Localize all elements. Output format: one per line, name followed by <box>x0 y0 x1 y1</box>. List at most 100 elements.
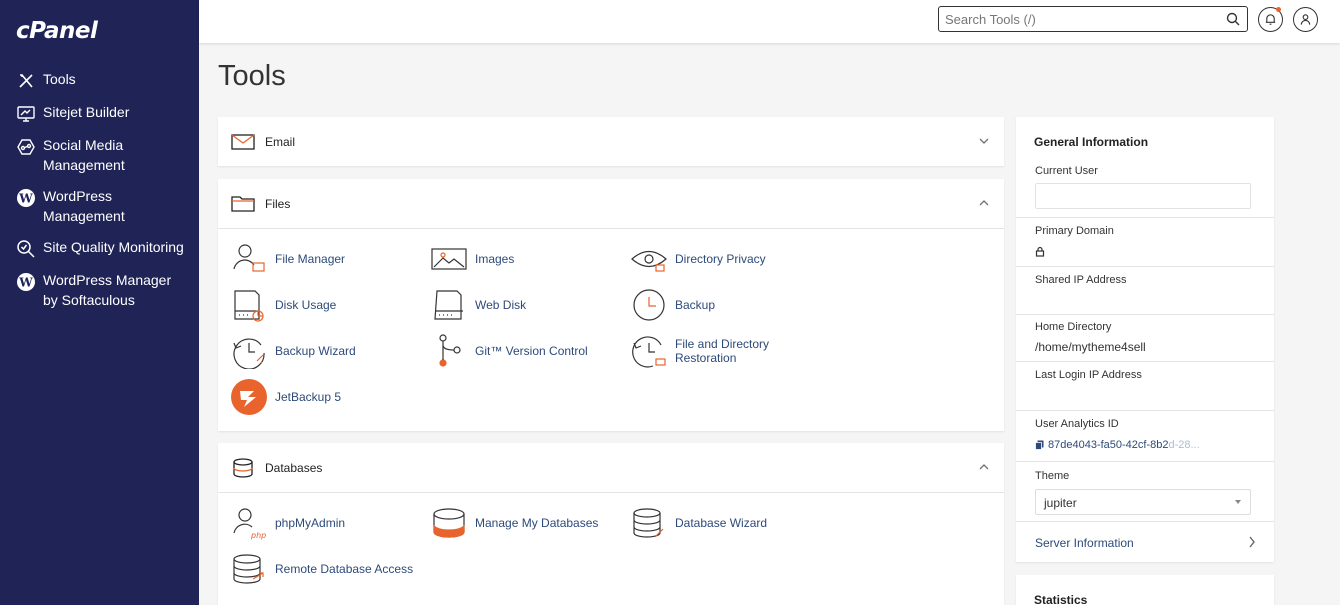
sidebar-item-wordpress-softaculous[interactable]: W WordPress Manager by Softaculous <box>0 271 199 310</box>
tool-file-directory-restoration[interactable]: File and Directory Restoration <box>631 333 785 369</box>
home-directory-value: /home/mytheme4sell <box>1035 340 1146 354</box>
images-icon <box>431 248 467 270</box>
wordpress-icon: W <box>17 189 35 207</box>
tool-web-disk[interactable]: Web Disk <box>431 287 526 323</box>
home-directory-row: Home Directory /home/mytheme4sell <box>1016 315 1274 362</box>
last-login-label: Last Login IP Address <box>1035 369 1142 381</box>
databases-section-header[interactable]: Databases <box>218 443 1004 492</box>
tool-remote-database-access[interactable]: Remote Database Access <box>231 551 413 587</box>
section-title: Email <box>265 134 296 149</box>
user-analytics-label: User Analytics ID <box>1035 418 1119 430</box>
notifications-button[interactable] <box>1258 7 1283 32</box>
primary-domain-label: Primary Domain <box>1035 225 1114 237</box>
server-information-row[interactable]: Server Information <box>1016 522 1274 562</box>
chevron-right-icon[interactable] <box>1248 536 1256 548</box>
social-media-icon <box>17 139 35 155</box>
primary-domain-row: Primary Domain <box>1016 218 1274 267</box>
section-title: Files <box>265 196 291 211</box>
user-analytics-row: User Analytics ID 87de4043-fa50-42cf-8b2… <box>1016 411 1274 462</box>
tool-backup[interactable]: Backup <box>631 287 715 323</box>
chevron-down-icon[interactable] <box>978 135 990 147</box>
sidebar-item-tools[interactable]: Tools <box>0 70 199 91</box>
databases-section: Databases php phpMyAdmin Manage My Datab… <box>218 443 1004 605</box>
shared-ip-label: Shared IP Address <box>1035 274 1127 286</box>
general-information-title: General Information <box>1034 135 1149 149</box>
chevron-up-icon[interactable] <box>978 197 990 209</box>
phpmyadmin-icon: php <box>233 508 266 540</box>
notification-dot <box>1276 7 1281 12</box>
files-section-header[interactable]: Files <box>218 179 1004 228</box>
current-user-value <box>1035 183 1251 209</box>
sidebar-item-label: Social Media Management <box>43 137 125 173</box>
server-information-link[interactable]: Server Information <box>1035 536 1134 550</box>
eye-icon <box>631 250 667 272</box>
theme-row: Theme jupiter <box>1016 462 1274 522</box>
theme-select[interactable]: jupiter <box>1035 489 1251 515</box>
tool-phpmyadmin[interactable]: php phpMyAdmin <box>231 505 345 541</box>
remote-database-icon <box>233 554 264 584</box>
tool-directory-privacy[interactable]: Directory Privacy <box>631 241 766 277</box>
tool-images[interactable]: Images <box>431 241 514 277</box>
web-disk-icon <box>434 290 463 320</box>
user-menu-button[interactable] <box>1293 7 1318 32</box>
site-quality-icon <box>17 240 35 258</box>
manage-databases-icon <box>433 508 465 538</box>
page-title: Tools <box>218 60 286 92</box>
backup-icon <box>633 289 665 321</box>
sidebar-nav: Tools Sitejet Builder Social Media Manag… <box>0 70 199 322</box>
sidebar-item-sitejet[interactable]: Sitejet Builder <box>0 103 199 124</box>
sidebar-item-social-media[interactable]: Social Media Management <box>0 136 199 175</box>
user-icon <box>1300 14 1311 25</box>
svg-text:W: W <box>18 192 33 206</box>
statistics-panel: Statistics <box>1016 575 1274 605</box>
envelope-icon <box>231 133 255 150</box>
databases-tools-grid: php phpMyAdmin Manage My Databases Datab… <box>218 492 1004 605</box>
backup-wizard-icon <box>233 338 265 369</box>
search-icon[interactable] <box>1225 11 1241 27</box>
current-user-label: Current User <box>1035 165 1098 177</box>
sidebar-item-site-quality[interactable]: Site Quality Monitoring <box>0 238 199 259</box>
email-section: Email <box>218 117 1004 166</box>
current-user-row: Current User <box>1016 157 1274 218</box>
wordpress-icon: W <box>17 273 35 291</box>
top-bar <box>199 0 1340 43</box>
statistics-title: Statistics <box>1034 593 1088 605</box>
tool-database-wizard[interactable]: Database Wizard <box>631 505 767 541</box>
tool-backup-wizard[interactable]: Backup Wizard <box>231 333 356 369</box>
sidebar-item-label: Sitejet Builder <box>43 104 130 120</box>
lock-icon <box>1035 246 1045 257</box>
search-box[interactable] <box>938 6 1248 32</box>
bell-icon <box>1265 14 1276 25</box>
restoration-icon <box>632 336 666 368</box>
files-tools-grid: File Manager Images Directory Privacy Di… <box>218 228 1004 431</box>
sidebar-item-label: WordPress Management <box>43 188 125 224</box>
shared-ip-row: Shared IP Address <box>1016 267 1274 315</box>
sitejet-icon <box>17 106 35 122</box>
file-manager-icon <box>233 244 265 272</box>
svg-text:php: php <box>250 531 266 540</box>
files-section: Files File Manager Images Directory Priv… <box>218 179 1004 431</box>
folder-icon <box>231 195 255 212</box>
theme-label: Theme <box>1035 470 1070 482</box>
sidebar-item-wordpress[interactable]: W WordPress Management <box>0 187 199 226</box>
sidebar-item-label: Tools <box>43 71 76 87</box>
disk-usage-icon <box>234 290 264 322</box>
tool-git-version-control[interactable]: Git™ Version Control <box>431 333 588 369</box>
git-icon <box>439 334 461 367</box>
copy-icon[interactable] <box>1035 440 1044 450</box>
search-input[interactable] <box>939 7 1219 31</box>
email-section-header[interactable]: Email <box>218 117 1004 166</box>
tool-manage-databases[interactable]: Manage My Databases <box>431 505 598 541</box>
chevron-up-icon[interactable] <box>978 461 990 473</box>
cpanel-logo[interactable]: cPanel <box>16 18 98 44</box>
sidebar-item-label: WordPress Manager by Softaculous <box>43 272 172 308</box>
tools-icon <box>19 74 33 88</box>
user-analytics-value[interactable]: 87de4043-fa50-42cf-8b2 d-28... <box>1035 439 1200 451</box>
jetbackup-icon <box>231 379 267 415</box>
database-wizard-icon <box>633 508 664 538</box>
tool-jetbackup[interactable]: JetBackup 5 <box>231 379 341 415</box>
tool-file-manager[interactable]: File Manager <box>231 241 345 277</box>
tool-disk-usage[interactable]: Disk Usage <box>231 287 336 323</box>
home-directory-label: Home Directory <box>1035 321 1112 333</box>
last-login-row: Last Login IP Address <box>1016 362 1274 411</box>
